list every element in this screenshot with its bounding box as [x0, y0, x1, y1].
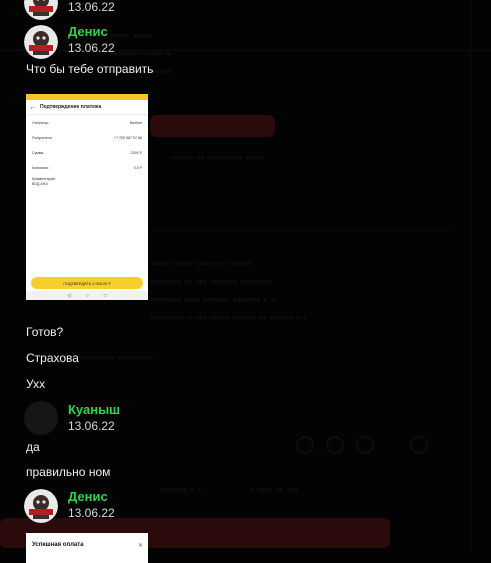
back-arrow-icon: ←	[29, 103, 37, 111]
sender-name[interactable]: Денис	[68, 489, 108, 504]
detail-label: Получатель:	[32, 135, 53, 140]
detail-row: Сумма 2000 ₸	[26, 145, 148, 160]
success-title: Успешная оплата	[32, 542, 84, 548]
message-text: Ухх	[26, 377, 46, 391]
skull-icon	[24, 0, 58, 20]
detail-label: Сумма	[32, 150, 44, 155]
detail-row: Получатель: +7 705 587 57 86	[26, 130, 148, 145]
message-text: Что бы тебе отправить	[26, 62, 154, 76]
skull-avatar[interactable]	[24, 489, 58, 523]
screenshot-title: Подтверждение платежа	[40, 104, 102, 110]
success-screenshot-attachment[interactable]: Успешная оплата ✕	[26, 533, 148, 563]
detail-value: +7 705 587 57 86	[113, 135, 142, 140]
detail-label: Оператор:	[32, 120, 50, 125]
message-text: правильно ном	[26, 465, 111, 479]
detail-value: 0,0 ₸	[133, 165, 142, 170]
detail-value: Beeline	[130, 120, 142, 125]
sender-name[interactable]: Куаныш	[68, 402, 120, 417]
message-text: Страхова	[26, 351, 79, 365]
detail-row: Оператор: Beeline	[26, 115, 148, 130]
confirm-payment-button: ПОДТВЕРДИТЬ 2 000,00 ₸	[31, 277, 143, 289]
blank-avatar[interactable]	[24, 401, 58, 435]
message-date: 13.06.22	[68, 506, 115, 520]
nav-home-icon: ○	[85, 292, 89, 299]
comment-value: ВОД 4Ж4	[32, 182, 48, 186]
message-text: Готов?	[26, 325, 64, 339]
skull-avatar[interactable]	[24, 0, 58, 20]
skull-avatar[interactable]	[24, 25, 58, 59]
screenshot-title-bar: ← Подтверждение платежа	[26, 100, 148, 115]
payment-screenshot-attachment[interactable]: ← Подтверждение платежа Оператор: Beelin…	[26, 94, 148, 300]
chat-thread: 13.06.22 Денис 13.06.22 Что бы тебе отпр…	[0, 0, 491, 563]
detail-row: Комиссия: 0,0 ₸	[26, 160, 148, 175]
message-date: 13.06.22	[68, 419, 115, 433]
sender-name[interactable]: Денис	[68, 24, 108, 39]
detail-label: Комиссия:	[32, 165, 50, 170]
skull-icon	[24, 25, 58, 59]
message-date: 13.06.22	[68, 0, 115, 14]
message-text: да	[26, 440, 40, 454]
close-icon: ✕	[137, 543, 143, 549]
nav-recents-icon: □	[103, 292, 107, 299]
skull-icon	[24, 489, 58, 523]
comment-block: Комментарий: ВОД 4Ж4	[26, 175, 148, 189]
message-date: 13.06.22	[68, 41, 115, 55]
phone-nav-bar: ◁ ○ □	[26, 291, 148, 300]
success-header: Успешная оплата ✕	[26, 533, 148, 549]
nav-back-icon: ◁	[67, 292, 71, 299]
detail-value: 2000 ₸	[130, 150, 142, 155]
